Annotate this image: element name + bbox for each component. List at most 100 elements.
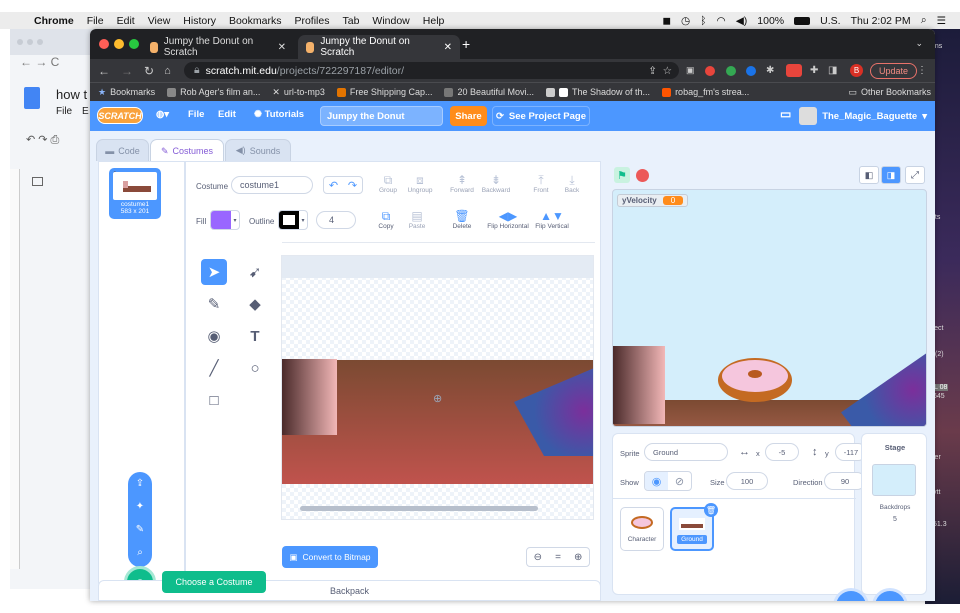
bg-doc-menu-edit[interactable]: E bbox=[82, 106, 89, 117]
language-globe-icon[interactable]: ◍▾ bbox=[156, 109, 169, 120]
bookmark-robag[interactable]: robag_fm's strea... bbox=[662, 87, 749, 97]
close-tab-icon[interactable]: ✕ bbox=[444, 42, 452, 53]
upload-icon[interactable]: ⇪ bbox=[128, 472, 152, 495]
bg-doc-menu-file[interactable]: File bbox=[56, 106, 72, 117]
zoom-window-button[interactable] bbox=[129, 39, 139, 49]
extension-icon-6[interactable] bbox=[786, 64, 802, 77]
bookmark-shadow[interactable]: The Shadow of th... bbox=[546, 87, 650, 97]
project-title-input[interactable]: Jumpy the Donut bbox=[320, 106, 443, 126]
close-window-button[interactable] bbox=[99, 39, 109, 49]
paint-icon[interactable]: ✎ bbox=[128, 518, 152, 541]
menubar-item-window[interactable]: Window bbox=[372, 15, 409, 27]
fullscreen-icon[interactable]: ⤢ bbox=[905, 166, 925, 184]
menubar-item-file[interactable]: File bbox=[87, 15, 104, 27]
volume-icon[interactable]: ◀) bbox=[736, 15, 748, 27]
zoom-in-icon[interactable]: ⊕ bbox=[574, 552, 582, 563]
extension-icon-1[interactable]: ▣ bbox=[686, 65, 695, 76]
scratch-menu-file[interactable]: File bbox=[188, 109, 204, 120]
forward-icon[interactable]: → bbox=[121, 64, 133, 78]
outline-width-input[interactable]: 4 bbox=[316, 211, 356, 229]
horizontal-scrollbar[interactable] bbox=[300, 506, 538, 511]
menubar-item-bookmarks[interactable]: Bookmarks bbox=[229, 15, 282, 27]
bookmark-beautiful-movies[interactable]: 20 Beautiful Movi... bbox=[444, 87, 534, 97]
menubar-item-profiles[interactable]: Profiles bbox=[294, 15, 329, 27]
stop-icon[interactable] bbox=[636, 169, 649, 182]
screen-record-icon[interactable]: ◼ bbox=[662, 15, 671, 27]
outline-icon[interactable] bbox=[32, 177, 43, 186]
input-source[interactable]: U.S. bbox=[820, 15, 840, 27]
undo-icon[interactable]: ↶ bbox=[329, 179, 338, 192]
back-icon[interactable]: ← bbox=[98, 64, 110, 78]
menubar-item-tab[interactable]: Tab bbox=[342, 15, 359, 27]
eye-icon[interactable]: ◉ bbox=[645, 472, 668, 490]
zoom-reset-button[interactable]: = bbox=[555, 552, 561, 563]
zoom-out-icon[interactable]: ⊖ bbox=[534, 552, 542, 563]
home-icon[interactable]: ⌂ bbox=[164, 65, 171, 77]
fill-color-picker[interactable]: ▾ bbox=[210, 210, 240, 230]
paste-button[interactable]: ▤ Paste bbox=[397, 209, 437, 230]
spotlight-icon[interactable]: ⌕ bbox=[921, 14, 927, 27]
delete-sprite-icon[interactable]: 🗑︎ bbox=[704, 503, 718, 517]
pink-block-shape[interactable] bbox=[282, 359, 337, 435]
share-page-icon[interactable]: ⇪ bbox=[648, 65, 657, 77]
browser-tab-2[interactable]: Jumpy the Donut on Scratch ✕ bbox=[298, 35, 460, 59]
my-stuff-folder-icon[interactable]: ▭ bbox=[780, 107, 791, 121]
close-tab-icon[interactable]: ✕ bbox=[278, 42, 286, 53]
green-flag-icon[interactable]: ⚑ bbox=[614, 167, 630, 183]
costume-card[interactable]: 1 costume1 583 x 201 bbox=[109, 168, 161, 219]
small-stage-icon[interactable]: ◧ bbox=[859, 166, 879, 184]
bookmark-rob-ager[interactable]: Rob Ager's film an... bbox=[167, 87, 260, 97]
docs-icon[interactable] bbox=[24, 87, 40, 109]
size-input[interactable]: 100 bbox=[726, 472, 768, 490]
rectangle-tool-icon[interactable]: □ bbox=[201, 387, 227, 413]
tab-costumes[interactable]: ✎ Costumes bbox=[150, 139, 224, 162]
donut-sprite[interactable] bbox=[718, 358, 792, 402]
x-input[interactable]: -5 bbox=[765, 443, 799, 461]
ungroup-button[interactable]: ⧈ Ungroup bbox=[400, 173, 440, 194]
menubar-item-view[interactable]: View bbox=[148, 15, 171, 27]
reload-icon[interactable]: ↻ bbox=[144, 64, 154, 78]
select-tool-icon[interactable]: ➤ bbox=[201, 259, 227, 285]
new-tab-button[interactable]: + bbox=[462, 36, 470, 52]
tab-search-icon[interactable]: ⌄ bbox=[915, 38, 923, 49]
address-bar[interactable]: 🔒︎ scratch.mit.edu/projects/722297187/ed… bbox=[184, 62, 679, 79]
paint-canvas[interactable]: ⊕ bbox=[281, 255, 594, 520]
choose-backdrop-button[interactable]: ▣ bbox=[875, 591, 905, 601]
tab-code[interactable]: ▬ Code bbox=[96, 139, 149, 161]
menubar-clock[interactable]: Thu 2:02 PM bbox=[851, 15, 911, 27]
fill-tool-icon[interactable]: ◉ bbox=[201, 323, 227, 349]
wifi-icon[interactable]: ◠ bbox=[717, 15, 726, 27]
time-machine-icon[interactable]: ◷ bbox=[681, 15, 690, 27]
back-button[interactable]: ⤓ Back bbox=[552, 173, 592, 194]
browser-tab-1[interactable]: Jumpy the Donut on Scratch ✕ bbox=[142, 35, 294, 59]
outline-color-picker[interactable]: ▾ bbox=[278, 210, 308, 230]
menubar-item-help[interactable]: Help bbox=[423, 15, 445, 27]
convert-to-bitmap-button[interactable]: ▣ Convert to Bitmap bbox=[282, 546, 378, 568]
delete-button[interactable]: 🗑︎ Delete bbox=[442, 209, 482, 230]
tab-sounds[interactable]: ◀) Sounds bbox=[225, 139, 291, 161]
extension-icon-5[interactable]: ✱ bbox=[766, 65, 774, 76]
eraser-tool-icon[interactable]: ◆ bbox=[242, 291, 268, 317]
tutorials-button[interactable]: ✺ Tutorials bbox=[254, 109, 304, 120]
menubar-app-name[interactable]: Chrome bbox=[34, 15, 74, 27]
user-menu[interactable]: The_Magic_Baguette ▾ bbox=[799, 107, 927, 125]
flip-horizontal-button[interactable]: ◀▶ Flip Horizontal bbox=[483, 209, 533, 230]
bookmark-star-icon[interactable]: ☆ bbox=[663, 65, 672, 77]
sprite-tile-character[interactable]: Character bbox=[620, 507, 664, 551]
minimize-window-button[interactable] bbox=[114, 39, 124, 49]
flip-vertical-button[interactable]: ▲▼ Flip Vertical bbox=[529, 209, 575, 230]
bluetooth-icon[interactable]: ᛒ bbox=[700, 15, 706, 27]
costume-name-input[interactable]: costume1 bbox=[231, 176, 313, 194]
battery-icon[interactable] bbox=[794, 16, 811, 25]
reshape-tool-icon[interactable]: ➹ bbox=[242, 259, 268, 285]
direction-input[interactable]: 90 bbox=[824, 472, 866, 490]
sprite-tile-ground[interactable]: Ground 🗑︎ bbox=[670, 503, 718, 551]
see-project-page-button[interactable]: ⟳ See Project Page bbox=[492, 106, 590, 126]
other-bookmarks[interactable]: ▭ Other Bookmarks bbox=[848, 87, 931, 98]
chrome-menu-icon[interactable]: ⋮ bbox=[917, 65, 927, 76]
control-center-icon[interactable]: ☰ bbox=[937, 15, 946, 27]
text-tool-icon[interactable]: T bbox=[242, 323, 268, 349]
stage[interactable]: yVelocity 0 bbox=[612, 189, 927, 427]
extension-icon-2[interactable] bbox=[705, 65, 715, 76]
battery-percent[interactable]: 100% bbox=[757, 15, 784, 27]
